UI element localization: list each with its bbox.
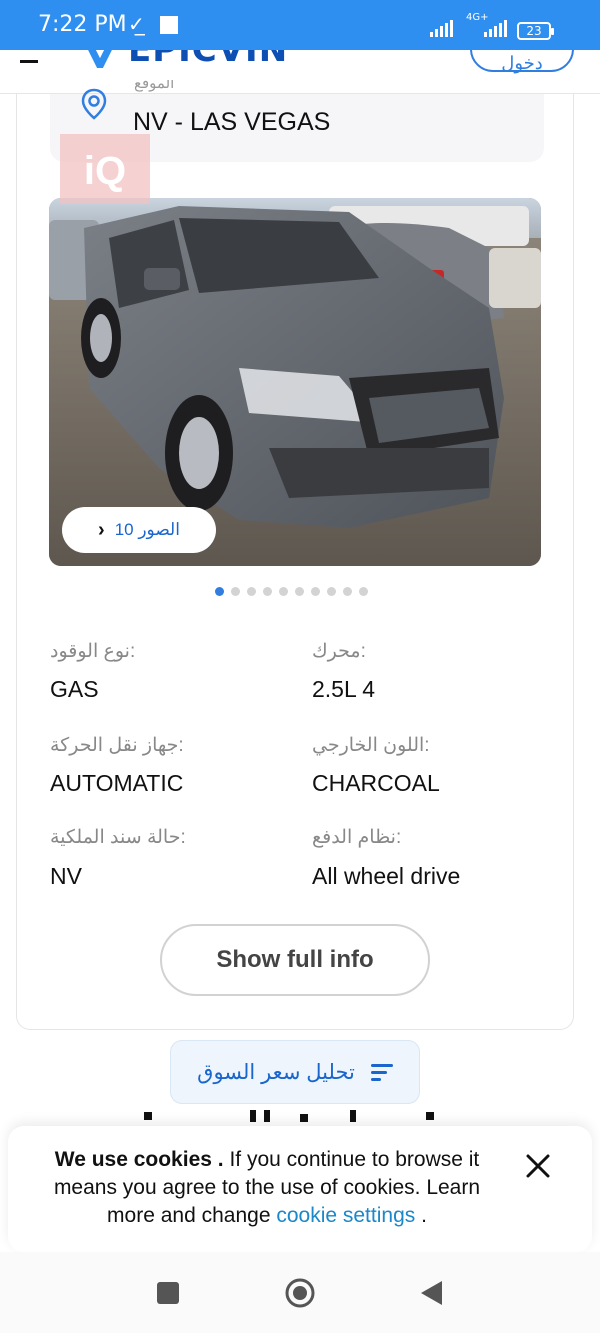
carousel-dot[interactable]	[247, 587, 256, 596]
location-label: الموقع	[134, 80, 175, 92]
recent-apps-icon[interactable]	[157, 1282, 179, 1304]
carousel-dot[interactable]	[311, 587, 320, 596]
carousel-dots[interactable]	[215, 587, 368, 596]
close-icon[interactable]	[524, 1152, 552, 1180]
carousel-dot[interactable]	[231, 587, 240, 596]
carousel-dot[interactable]	[327, 587, 336, 596]
wifi-signal-icon	[430, 20, 453, 37]
status-bar: 7:22 PM ✓̲ 4G+ 23	[0, 0, 600, 50]
photos-count-label: 10 الصور	[114, 520, 180, 539]
list-icon	[370, 1062, 393, 1082]
drive-type-label: :نظام الدفع	[312, 827, 402, 848]
location-pin-icon	[81, 88, 107, 120]
menu-icon[interactable]	[20, 60, 38, 63]
back-icon[interactable]	[418, 1279, 444, 1307]
battery-icon: 23	[517, 22, 554, 40]
chevron-right-icon: ›	[98, 518, 105, 541]
cookie-banner: We use cookies . If you continue to brow…	[8, 1126, 592, 1252]
photos-button[interactable]: › 10 الصور	[62, 507, 216, 553]
transmission-label: :جهاز نقل الحركة	[50, 735, 184, 756]
carousel-dot[interactable]	[279, 587, 288, 596]
engine-value: 2.5L 4	[312, 676, 376, 702]
cookie-settings-link[interactable]: cookie settings	[276, 1204, 415, 1227]
market-analysis-label: تحليل سعر السوق	[197, 1060, 355, 1084]
logo-text[interactable]: EPICVIN	[128, 50, 288, 70]
transmission-value: AUTOMATIC	[50, 770, 184, 796]
exterior-color-label: :اللون الخارجي	[312, 735, 430, 756]
fuel-type-value: GAS	[50, 676, 99, 702]
system-nav-bar	[0, 1252, 600, 1333]
fuel-type-label: :نوع الوقود	[50, 641, 136, 662]
cell-signal-icon	[484, 20, 507, 37]
carousel-dot[interactable]	[359, 587, 368, 596]
title-status-label: :حالة سند الملكية	[50, 827, 186, 848]
cookie-title: We use cookies .	[54, 1148, 224, 1171]
carousel-dot[interactable]	[215, 587, 224, 596]
carousel-dot[interactable]	[263, 587, 272, 596]
next-section-heading-clip	[144, 1110, 434, 1122]
home-icon[interactable]	[284, 1277, 316, 1309]
cookie-message: We use cookies . If you continue to brow…	[32, 1146, 502, 1230]
show-full-info-button[interactable]: Show full info	[160, 924, 430, 996]
download-done-icon: ✓̲	[128, 14, 145, 36]
cookie-end: .	[415, 1204, 427, 1227]
logo-icon	[88, 50, 112, 68]
notification-icon	[160, 16, 178, 34]
watermark-logo: iQ	[60, 134, 150, 204]
location-label-clip: الموقع	[134, 80, 194, 96]
carousel-dot[interactable]	[295, 587, 304, 596]
status-time: 7:22 PM	[38, 12, 127, 37]
login-button[interactable]: دخول	[470, 50, 574, 73]
market-analysis-button[interactable]: تحليل سعر السوق	[170, 1040, 420, 1104]
exterior-color-value: CHARCOAL	[312, 770, 440, 796]
carousel-dot[interactable]	[343, 587, 352, 596]
title-status-value: NV	[50, 863, 82, 889]
location-value: NV - LAS VEGAS	[133, 108, 331, 136]
svg-text:iQ: iQ	[84, 149, 126, 193]
drive-type-value: All wheel drive	[312, 863, 461, 889]
engine-label: :محرك	[312, 641, 366, 662]
